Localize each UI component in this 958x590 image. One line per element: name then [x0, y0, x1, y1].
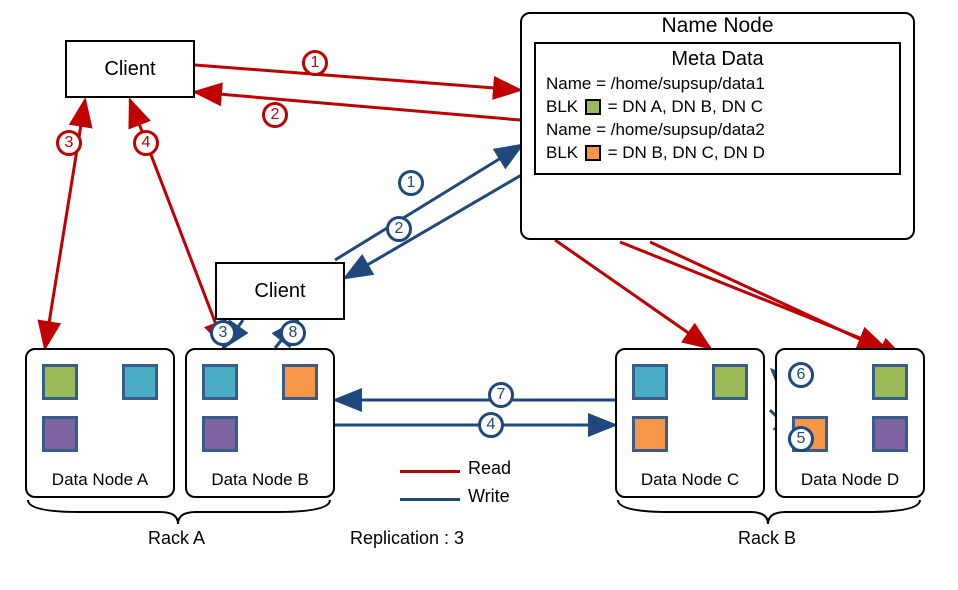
meta-data-title: Meta Data	[546, 48, 889, 71]
meta-name2-label: Name =	[546, 120, 611, 139]
name-node-title: Name Node	[522, 14, 913, 38]
client-1-label: Client	[104, 58, 155, 81]
read-step-4: 4	[133, 130, 159, 156]
block-green-icon	[585, 99, 601, 115]
read-step-1: 1	[302, 50, 328, 76]
block-green-icon	[872, 364, 908, 400]
legend-write-label: Write	[468, 486, 510, 507]
client-1-box: Client	[65, 40, 195, 98]
block-purple-icon	[202, 416, 238, 452]
meta-line-3: Name = /home/supsup/data2	[546, 119, 889, 142]
rack-b-label: Rack B	[738, 528, 796, 549]
client-2-box: Client	[215, 262, 345, 320]
meta-blk2-label: BLK	[546, 143, 578, 162]
block-orange-icon	[585, 145, 601, 161]
read-step-3: 3	[56, 130, 82, 156]
block-purple-icon	[42, 416, 78, 452]
read-step-2: 2	[262, 102, 288, 128]
meta-name1-value: /home/supsup/data1	[611, 74, 765, 93]
legend-write-line	[400, 498, 460, 501]
block-teal-icon	[632, 364, 668, 400]
write-step-2: 2	[386, 216, 412, 242]
legend-read-line	[400, 470, 460, 473]
write-step-8: 8	[280, 320, 306, 346]
block-purple-icon	[872, 416, 908, 452]
replication-label: Replication : 3	[350, 528, 464, 549]
meta-line-1: Name = /home/supsup/data1	[546, 73, 889, 96]
client-2-label: Client	[254, 280, 305, 303]
meta-blk1-label: BLK	[546, 97, 578, 116]
write-step-1: 1	[398, 170, 424, 196]
data-node-c-box: Data Node C	[615, 348, 765, 498]
meta-blk1-value: = DN A, DN B, DN C	[608, 97, 763, 116]
write-step-5: 5	[788, 426, 814, 452]
meta-data-box: Meta Data Name = /home/supsup/data1 BLK …	[534, 42, 901, 175]
data-node-a-label: Data Node A	[27, 470, 173, 490]
data-node-b-label: Data Node B	[187, 470, 333, 490]
block-orange-icon	[282, 364, 318, 400]
write-step-6: 6	[788, 362, 814, 388]
meta-line-2: BLK = DN A, DN B, DN C	[546, 96, 889, 119]
block-green-icon	[712, 364, 748, 400]
data-node-a-box: Data Node A	[25, 348, 175, 498]
data-node-d-label: Data Node D	[777, 470, 923, 490]
write-step-4: 4	[478, 412, 504, 438]
write-step-7: 7	[488, 382, 514, 408]
legend-read-label: Read	[468, 458, 511, 479]
meta-name2-value: /home/supsup/data2	[611, 120, 765, 139]
block-orange-icon	[632, 416, 668, 452]
block-green-icon	[42, 364, 78, 400]
name-node-box: Name Node Meta Data Name = /home/supsup/…	[520, 12, 915, 240]
rack-a-label: Rack A	[148, 528, 205, 549]
data-node-c-label: Data Node C	[617, 470, 763, 490]
write-step-3: 3	[210, 320, 236, 346]
block-teal-icon	[122, 364, 158, 400]
meta-line-4: BLK = DN B, DN C, DN D	[546, 142, 889, 165]
meta-blk2-value: = DN B, DN C, DN D	[608, 143, 765, 162]
data-node-b-box: Data Node B	[185, 348, 335, 498]
meta-name1-label: Name =	[546, 74, 611, 93]
block-teal-icon	[202, 364, 238, 400]
